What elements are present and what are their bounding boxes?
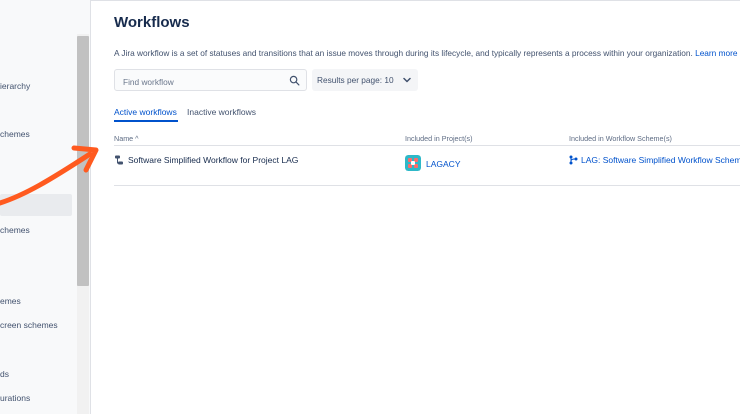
learn-more-link[interactable]: Learn more ab (695, 48, 740, 58)
column-header-name[interactable]: Name ^ (114, 134, 139, 143)
results-per-page-select[interactable]: Results per page: 10 (312, 69, 418, 91)
page-description: A Jira workflow is a set of statuses and… (114, 48, 740, 58)
tab-inactive-workflows[interactable]: Inactive workflows (187, 107, 256, 123)
project-avatar (405, 155, 421, 171)
search-input[interactable] (121, 73, 293, 90)
annotation-arrow-icon (0, 145, 99, 206)
description-text: A Jira workflow is a set of statuses and… (114, 48, 693, 58)
sidebar-item-field-configurations[interactable]: urations (0, 387, 30, 409)
sidebar-item-custom-fields[interactable]: ds (0, 363, 9, 385)
workflow-scheme-icon (569, 155, 578, 165)
column-header-workflow-schemes: Included in Workflow Scheme(s) (569, 134, 672, 143)
table-header-divider (114, 145, 740, 146)
top-divider (91, 0, 740, 1)
chevron-down-icon (403, 77, 411, 83)
project-link[interactable]: LAGACY (426, 159, 461, 169)
results-per-page-label: Results per page: 10 (317, 75, 394, 85)
sidebar-item-screen-schemes[interactable]: emes (0, 290, 21, 312)
table-row-divider (114, 185, 740, 186)
sidebar-item-issue-type-screen-schemes[interactable]: creen schemes (0, 314, 58, 336)
page-title: Workflows (114, 14, 190, 31)
workflow-name-link[interactable]: Software Simplified Workflow for Project… (128, 155, 298, 165)
active-tab-indicator (114, 120, 178, 122)
search-box[interactable] (114, 69, 307, 91)
sidebar-item-issue-type-hierarchy[interactable]: ierarchy (0, 75, 30, 97)
workflow-icon (115, 155, 123, 165)
workflow-scheme-link[interactable]: LAG: Software Simplified Workflow Scheme (581, 155, 740, 165)
sidebar-item-workflow-schemes[interactable]: chemes (0, 219, 30, 241)
column-header-projects: Included in Project(s) (405, 134, 473, 143)
search-icon[interactable] (289, 75, 300, 86)
